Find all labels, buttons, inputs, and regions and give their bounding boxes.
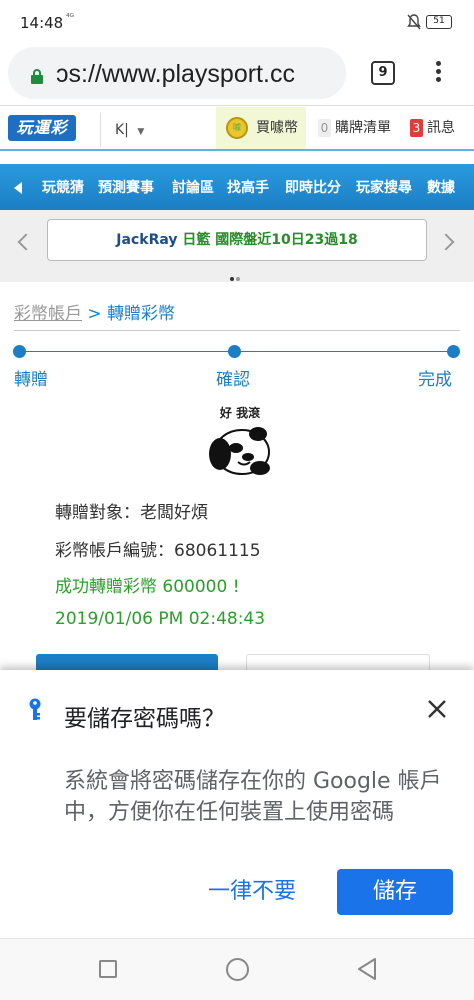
breadcrumb: 彩幣帳戶 > 轉贈彩幣 (14, 299, 175, 324)
dialog-title: 要儲存密碼嗎？ (64, 706, 225, 732)
tab-switcher-button[interactable]: 9 (371, 61, 395, 85)
breadcrumb-separator: > (87, 304, 102, 324)
nav-item-predict[interactable]: 預測賽事 (98, 177, 154, 197)
save-password-dialog: 要儲存密碼嗎？ 系統會將密碼儲存在你的 Google 帳戶中，方便你在任何裝置上… (0, 670, 474, 938)
status-time: 14:48 (20, 14, 64, 32)
close-icon[interactable] (425, 697, 449, 721)
step-label-done: 完成 (418, 370, 452, 390)
browser-toolbar: ɔs://www.playsport.cc 9 (0, 44, 474, 106)
sticker-image: 好 我滾 (206, 404, 274, 478)
buy-coins-button[interactable]: 噱 買噱幣 (216, 107, 306, 149)
lock-icon (31, 69, 43, 84)
coin-icon: 噱 (226, 117, 248, 139)
user-menu-dropdown[interactable]: K| ▼ (100, 113, 212, 147)
site-header: 玩運彩 K| ▼ 噱 買噱幣 0 購牌清單 3 訊息 (0, 107, 474, 151)
cart-count-badge: 0 (318, 119, 331, 137)
breadcrumb-coin-account[interactable]: 彩幣帳戶 (14, 304, 82, 324)
panda-face-icon (209, 427, 270, 475)
step-dot-done (447, 345, 460, 358)
never-save-button[interactable]: 一律不要 (198, 869, 306, 915)
transfer-target: 轉贈對象：老闆好煩 (55, 503, 208, 523)
back-icon[interactable] (356, 957, 378, 981)
step-dot-transfer (13, 345, 26, 358)
recent-apps-icon[interactable] (99, 960, 117, 978)
dialog-body: 系統會將密碼儲存在你的 Google 帳戶中，方便你在任何裝置上使用密碼 (64, 769, 442, 825)
url-text: ɔs://www.playsport.cc (56, 60, 295, 88)
purchase-list-button[interactable]: 0 購牌清單 (312, 107, 404, 149)
more-menu-icon[interactable] (428, 58, 448, 88)
account-number: 彩幣帳戶編號：68061115 (55, 541, 261, 561)
messages-label: 訊息 (427, 120, 455, 136)
save-button[interactable]: 儲存 (337, 869, 453, 915)
ticker-item[interactable]: JackRay 日籃 國際盤近10日23過18 (47, 219, 427, 261)
battery-icon: 51 (426, 15, 452, 29)
nav-item-data[interactable]: 數據 (427, 177, 455, 197)
message-count-badge: 3 (410, 119, 423, 137)
step-label-transfer: 轉贈 (14, 370, 48, 390)
chevron-left-icon[interactable] (17, 233, 35, 251)
success-message: 成功轉贈彩幣 600000 ! (55, 577, 240, 597)
nav-item-forum[interactable]: 討論區 (172, 177, 214, 197)
home-icon[interactable] (226, 958, 249, 981)
messages-button[interactable]: 3 訊息 (406, 107, 474, 149)
step-label-confirm: 確認 (216, 370, 250, 390)
ticker-user-name: JackRay (116, 232, 178, 248)
key-icon (29, 698, 41, 720)
step-dot-confirm (228, 345, 241, 358)
nav-item-guess[interactable]: 玩競猜 (42, 177, 84, 197)
chevron-right-icon[interactable] (437, 233, 455, 251)
divider (14, 330, 460, 331)
cart-label: 購牌清單 (335, 120, 391, 136)
news-ticker: JackRay 日籃 國際盤近10日23過18 (0, 210, 474, 282)
nav-item-live-scores[interactable]: 即時比分 (285, 177, 341, 197)
buy-coins-label: 買噱幣 (256, 120, 298, 136)
system-navigation-bar (0, 938, 474, 1000)
nav-scroll-left-icon[interactable] (14, 182, 22, 194)
ticker-pagination (230, 266, 242, 285)
transfer-timestamp: 2019/01/06 PM 02:48:43 (55, 609, 266, 629)
nav-item-experts[interactable]: 找高手 (227, 177, 269, 197)
caret-down-icon: ▼ (137, 127, 145, 137)
breadcrumb-current: 轉贈彩幣 (107, 304, 176, 324)
site-logo[interactable]: 玩運彩 (8, 115, 76, 141)
signal-icon: ⁴ᴳ (66, 13, 74, 23)
address-bar[interactable]: ɔs://www.playsport.cc (8, 47, 346, 99)
mute-bell-icon (407, 14, 421, 30)
ticker-text: 日籃 國際盤近10日23過18 (182, 232, 358, 248)
sticker-caption: 好 我滾 (219, 406, 261, 420)
user-menu-label: K| (115, 122, 129, 138)
nav-item-player-search[interactable]: 玩家搜尋 (356, 177, 412, 197)
main-nav: 玩競猜 預測賽事 討論區 找高手 即時比分 玩家搜尋 數據 (0, 164, 474, 210)
status-bar: 14:48 ⁴ᴳ 51 (0, 0, 474, 44)
